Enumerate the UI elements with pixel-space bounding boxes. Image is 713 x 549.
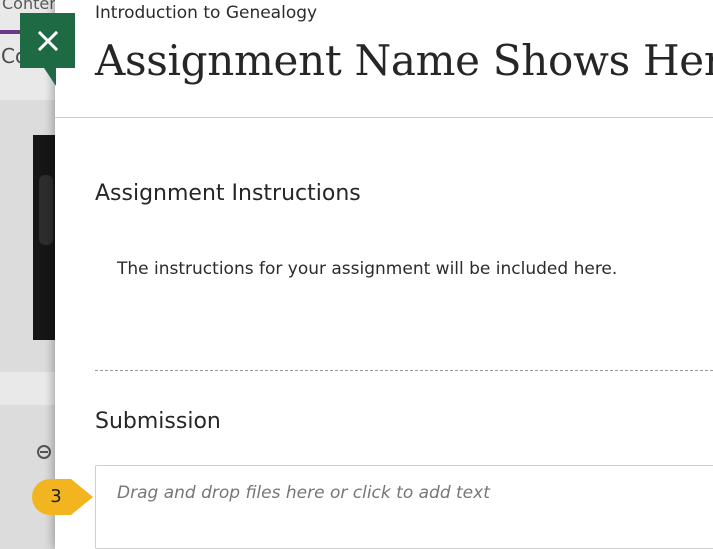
close-button-tab-tail [44,68,56,86]
submission-heading: Submission [95,409,221,434]
close-panel-button[interactable] [20,13,75,68]
course-name: Introduction to Genealogy [95,3,318,23]
close-icon [37,30,59,52]
background-content-card [0,405,60,549]
panel-header: Introduction to Genealogy Assignment Nam… [55,0,713,118]
submission-dropzone[interactable]: Drag and drop files here or click to add… [95,465,713,549]
dropzone-placeholder: Drag and drop files here or click to add… [117,483,490,503]
assignment-panel: Introduction to Genealogy Assignment Nam… [55,0,713,549]
background-content-label: Conter [2,0,56,13]
assignment-title: Assignment Name Shows Here [95,36,713,85]
instructions-heading: Assignment Instructions [95,181,361,206]
screen: Conter Co Introduction to Genealogy Assi… [0,0,713,549]
step-marker: 3 [31,478,93,516]
step-number: 3 [50,486,62,507]
section-divider [95,370,713,371]
instructions-text: The instructions for your assignment wil… [117,259,618,279]
background-status-icon [37,445,51,459]
